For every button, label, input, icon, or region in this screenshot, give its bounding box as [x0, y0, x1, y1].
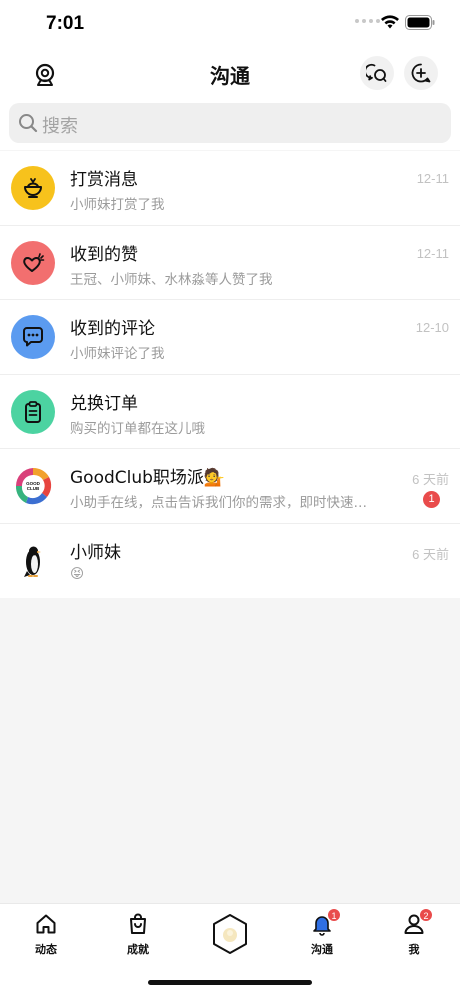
conversation-preview: 😝: [70, 565, 85, 582]
wifi-icon: [381, 15, 399, 29]
tab-label: 成就: [127, 943, 149, 956]
svg-text:CLUB: CLUB: [27, 486, 40, 491]
status-time: 7:01: [46, 13, 85, 34]
list-item[interactable]: 小师妹 😝 6 天前: [0, 524, 460, 599]
list-item[interactable]: GOOD CLUB GoodClub职场派💁 小助手在线，点击告诉我们你的需求，…: [0, 449, 460, 524]
tab-badge: 2: [419, 908, 433, 922]
tab-badge: 1: [327, 908, 341, 922]
conversation-title: 小师妹: [70, 542, 121, 563]
conversation-time: 12-11: [416, 245, 449, 261]
chat-bubbles-icon: [366, 63, 387, 82]
cellular-signal-icon: [355, 19, 380, 23]
list-item[interactable]: 兑换订单 购买的订单都在这儿哦: [0, 375, 460, 449]
conversation-title: GoodClub职场派💁: [70, 468, 226, 488]
search-input[interactable]: 搜索: [9, 103, 451, 143]
tab-me[interactable]: 2 我: [384, 908, 444, 957]
list-item[interactable]: 收到的赞 王冠、小师妹、水林淼等人赞了我 12-11: [0, 226, 460, 300]
bag-icon: [130, 913, 146, 934]
conversation-preview: 购买的订单都在这儿哦: [70, 420, 205, 437]
search-section: 搜索: [0, 100, 460, 150]
nav-header: 沟通: [0, 48, 460, 100]
hexagon-center-icon: [213, 914, 247, 954]
heart-icon: [11, 240, 55, 285]
battery-icon: [405, 15, 435, 30]
home-icon: [36, 914, 56, 934]
tab-label: 我: [408, 943, 420, 956]
comment-icon: [11, 315, 55, 359]
status-bar: 7:01: [0, 0, 460, 48]
conversation-title: 打赏消息: [70, 170, 138, 190]
conversation-time: 12-10: [415, 320, 449, 335]
conversation-time: 6 天前: [412, 472, 449, 487]
home-indicator: [148, 980, 312, 985]
tab-label: 沟通: [311, 943, 333, 956]
reward-bowl-icon: [11, 166, 55, 210]
conversation-title: 收到的赞: [70, 244, 138, 265]
search-placeholder: 搜索: [42, 116, 78, 137]
center-action-button[interactable]: [211, 913, 249, 959]
list-item[interactable]: 收到的评论 小师妹评论了我 12-10: [0, 300, 460, 375]
conversation-title: 兑换订单: [70, 393, 138, 414]
conversation-time: 6 天前: [412, 546, 449, 562]
tab-achievements[interactable]: 成就: [108, 911, 168, 957]
conversation-preview: 王冠、小师妹、水林淼等人赞了我: [70, 271, 273, 288]
conversation-time: 12-11: [416, 171, 449, 186]
tab-dynamics[interactable]: 动态: [16, 911, 76, 957]
conversation-title: 收到的评论: [70, 319, 155, 339]
penguin-avatar: [11, 538, 55, 583]
tab-label: 动态: [35, 943, 57, 956]
search-icon: [19, 114, 38, 133]
conversation-preview: 小助手在线，点击告诉我们你的需求，即时快速…: [70, 495, 367, 511]
tab-communication[interactable]: 1 沟通: [292, 908, 352, 957]
conversation-preview: 小师妹评论了我: [70, 346, 165, 362]
unread-badge: 1: [423, 491, 440, 508]
add-chat-icon: [411, 63, 431, 83]
new-chat-button[interactable]: [404, 56, 438, 90]
list-item[interactable]: 打赏消息 小师妹打赏了我 12-11: [0, 151, 460, 226]
goodclub-logo: GOOD CLUB: [11, 464, 55, 508]
conversation-list: 打赏消息 小师妹打赏了我 12-11 收到的赞 王冠、小师妹、水林淼等人赞了我 …: [0, 151, 460, 598]
conversation-preview: 小师妹打赏了我: [70, 197, 165, 213]
clipboard-icon: [11, 389, 55, 434]
chat-bubbles-button[interactable]: [360, 56, 394, 90]
